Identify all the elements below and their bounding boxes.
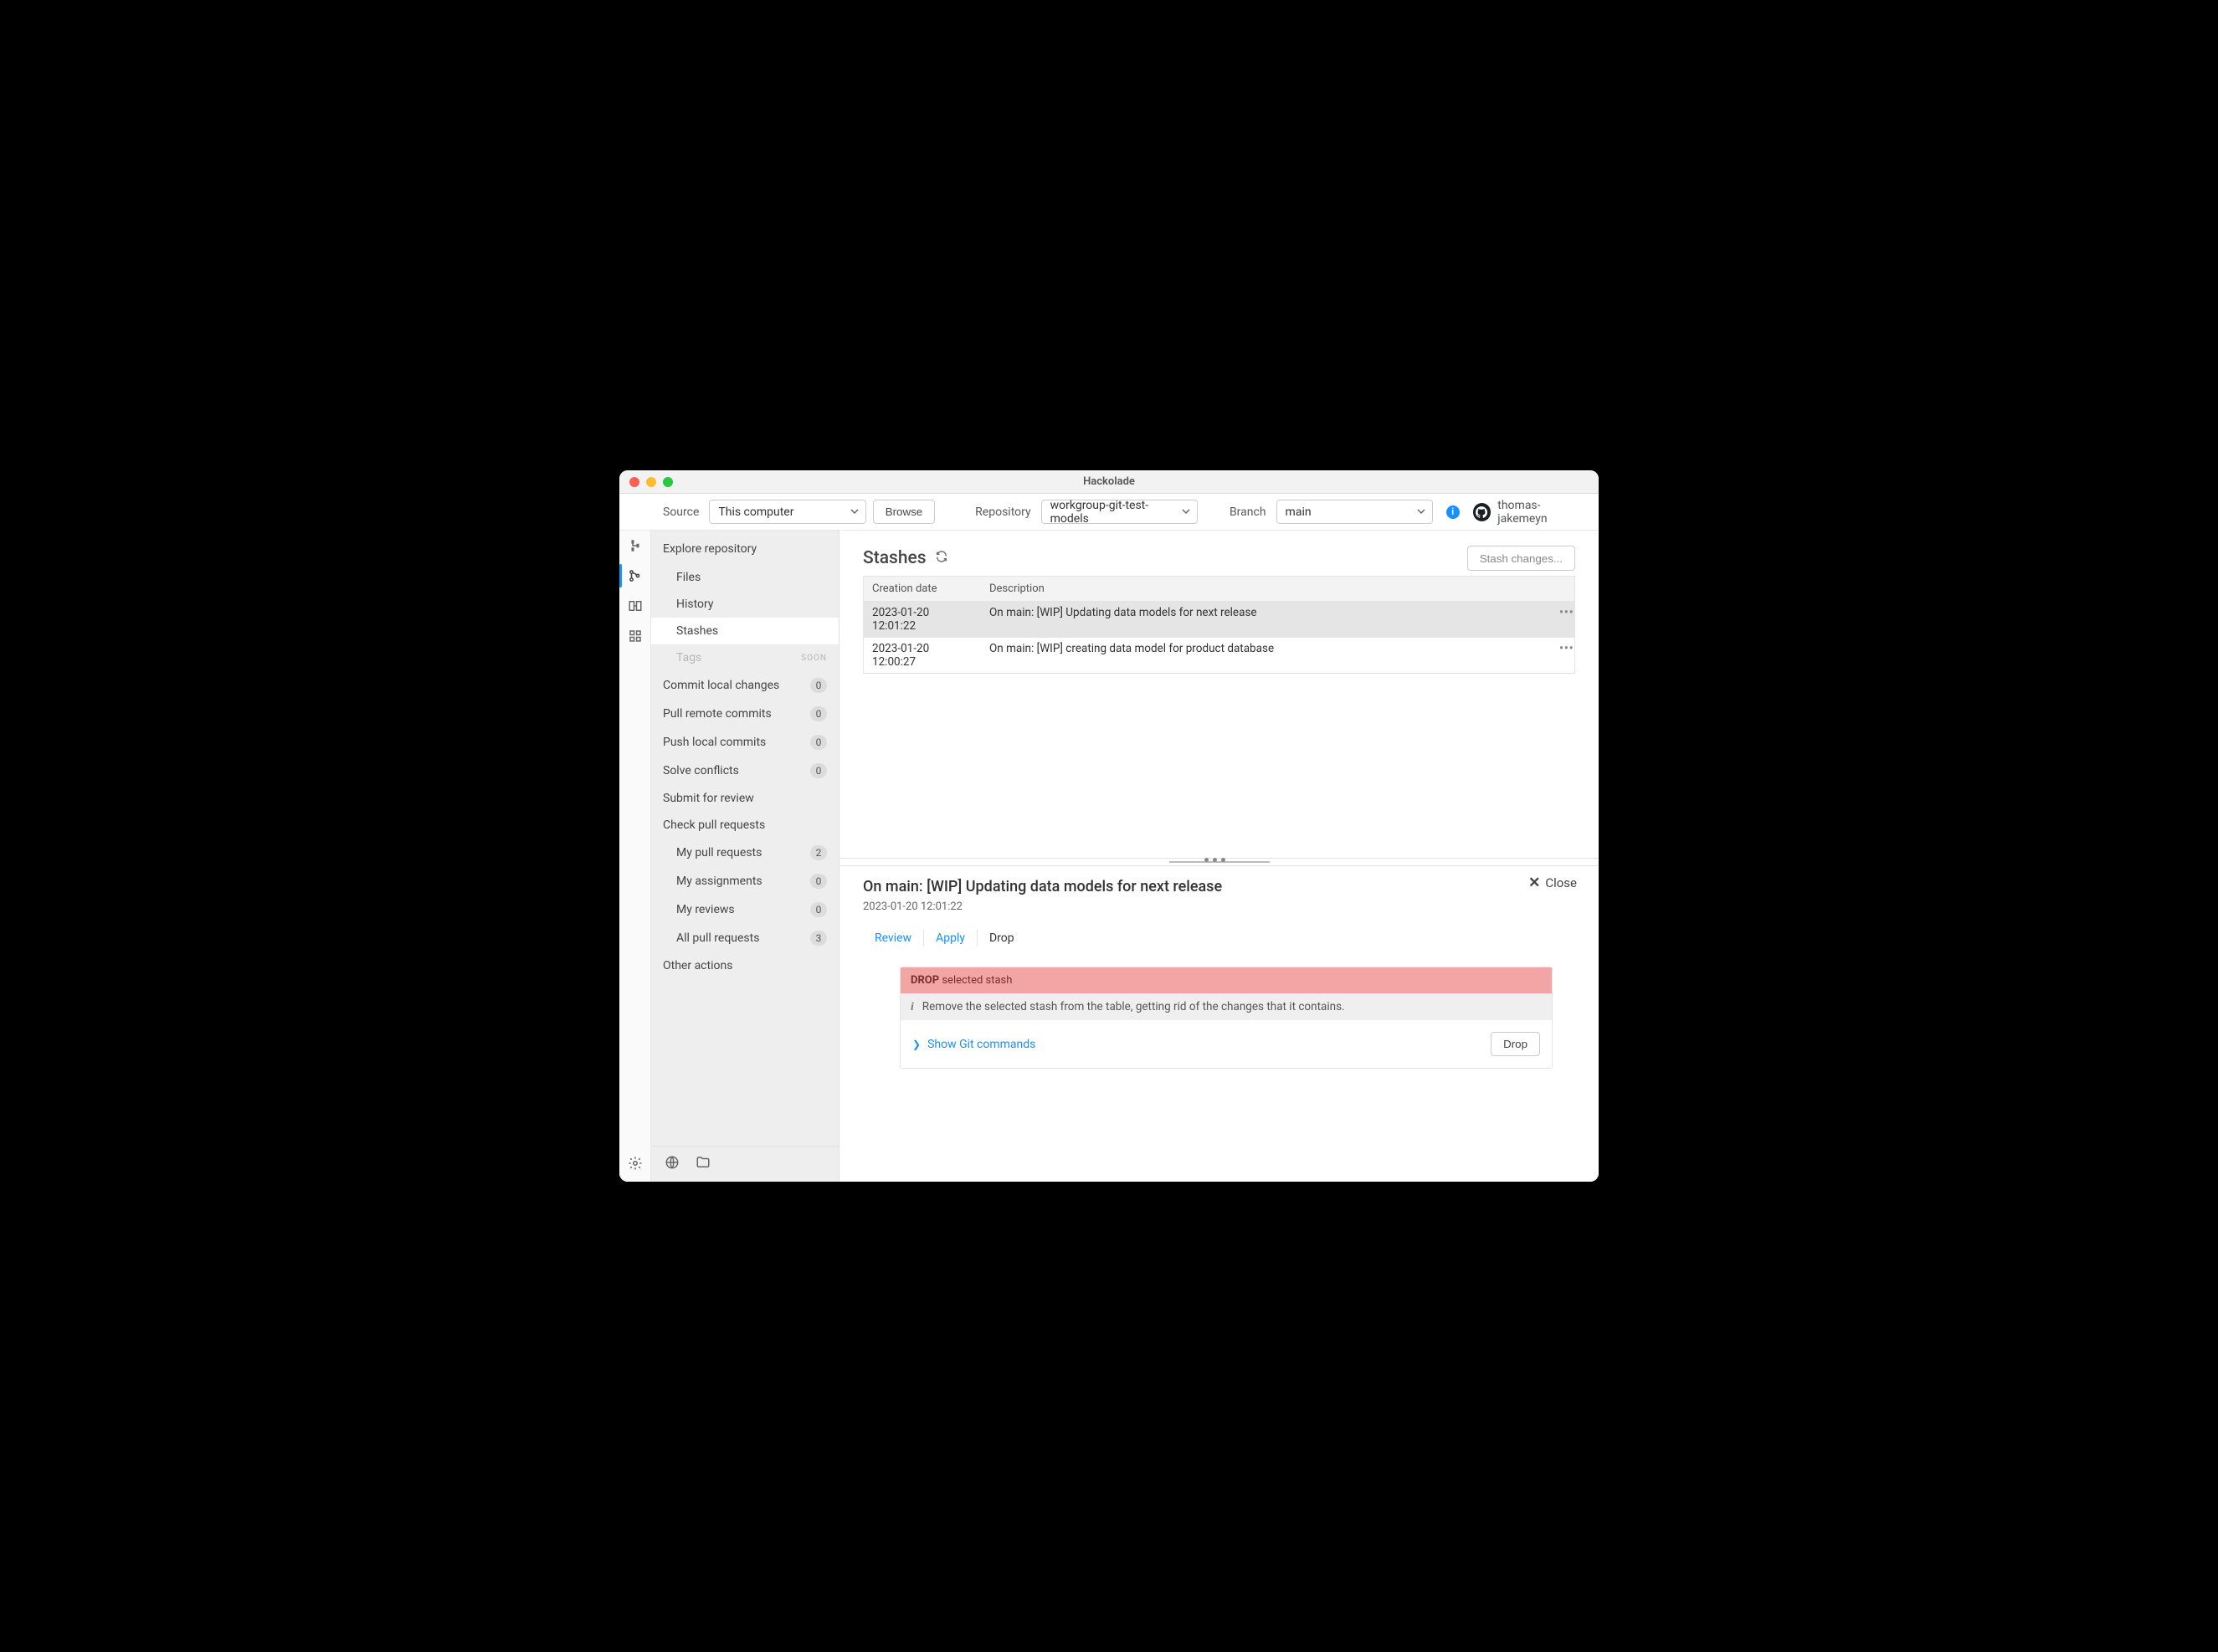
window-close-dot[interactable]	[629, 477, 639, 487]
count-badge: 0	[810, 902, 827, 917]
window-title: Hackolade	[619, 475, 1599, 488]
sidebar-item-pull-remote[interactable]: Pull remote commits 0	[651, 700, 839, 728]
sidebar-item-other-actions[interactable]: Other actions	[651, 952, 839, 979]
globe-icon[interactable]	[665, 1155, 680, 1173]
sidebar-item-stashes[interactable]: Stashes	[651, 618, 839, 644]
table-row[interactable]: 2023-01-20 12:01:22 On main: [WIP] Updat…	[863, 602, 1575, 638]
rail-grid-icon[interactable]	[625, 626, 645, 646]
github-icon	[1473, 503, 1492, 521]
stashes-header: Stashes Stash changes...	[839, 531, 1599, 576]
sidebar-item-solve-conflicts[interactable]: Solve conflicts 0	[651, 757, 839, 785]
drop-panel-header: DROP selected stash	[901, 967, 1552, 993]
source-label: Source	[663, 505, 699, 519]
stash-table: Creation date Description 2023-01-20 12:…	[839, 576, 1599, 674]
row-actions-icon[interactable]: •••	[1551, 638, 1574, 673]
source-select[interactable]: This computer	[709, 500, 865, 524]
detail-time: 2023-01-20 12:01:22	[863, 900, 1575, 913]
table-header: Creation date Description	[863, 576, 1575, 602]
info-serif-icon: i	[911, 1000, 914, 1013]
refresh-icon[interactable]	[935, 550, 948, 567]
info-icon[interactable]: i	[1446, 505, 1460, 519]
user-account[interactable]: thomas-jakemeyn	[1473, 499, 1589, 526]
drop-button[interactable]: Drop	[1491, 1032, 1540, 1056]
col-creation-date: Creation date	[864, 577, 981, 601]
count-badge: 3	[810, 931, 827, 946]
source-select-value: This computer	[718, 505, 793, 519]
sidebar-item-history[interactable]: History	[651, 591, 839, 618]
close-icon: ✕	[1528, 875, 1540, 891]
row-actions-icon[interactable]: •••	[1551, 602, 1574, 637]
toolbar: Source This computer Browse Repository w…	[619, 494, 1599, 531]
repository-select[interactable]: workgroup-git-test-models	[1041, 500, 1198, 524]
body: Explore repository Files History Stashes…	[619, 531, 1599, 1182]
window-minimize-dot[interactable]	[646, 477, 656, 487]
pane-splitter[interactable]	[839, 858, 1599, 866]
side-panel-header: Explore repository	[651, 539, 839, 564]
drop-panel-note: i Remove the selected stash from the tab…	[901, 993, 1552, 1020]
rail-compare-icon[interactable]	[625, 596, 645, 616]
sidebar-item-check-pr[interactable]: Check pull requests	[651, 812, 839, 839]
branch-select-value: main	[1286, 505, 1312, 519]
chevron-down-icon	[850, 505, 859, 519]
count-badge: 0	[810, 706, 827, 721]
username: thomas-jakemeyn	[1497, 499, 1589, 526]
repository-label: Repository	[975, 505, 1030, 519]
folder-icon[interactable]	[695, 1155, 711, 1173]
show-git-commands-link[interactable]: Show Git commands	[927, 1038, 1035, 1051]
window-zoom-dot[interactable]	[663, 477, 673, 487]
stash-changes-button[interactable]: Stash changes...	[1467, 546, 1575, 571]
col-description: Description	[981, 577, 1551, 601]
side-panel-footer	[651, 1146, 839, 1182]
sidebar-item-commit-local[interactable]: Commit local changes 0	[651, 671, 839, 700]
count-badge: 0	[810, 763, 827, 778]
chevron-down-icon	[1417, 505, 1425, 519]
count-badge: 2	[810, 845, 827, 860]
sidebar-item-my-pr[interactable]: My pull requests 2	[651, 839, 839, 867]
repository-select-value: workgroup-git-test-models	[1050, 499, 1175, 526]
drop-panel-row: ❯ Show Git commands Drop	[901, 1020, 1552, 1068]
cell-date: 2023-01-20 12:01:22	[864, 602, 981, 637]
count-badge: 0	[810, 735, 827, 750]
count-badge: 0	[810, 678, 827, 693]
sidebar-item-tags: Tags SOON	[651, 644, 839, 671]
stash-detail: ✕ Close On main: [WIP] Updating data mod…	[839, 866, 1599, 1085]
window-controls	[629, 477, 673, 487]
app-window: Hackolade Source This computer Browse Re…	[619, 470, 1599, 1182]
side-panel: Explore repository Files History Stashes…	[651, 531, 839, 1182]
tab-review[interactable]: Review	[863, 926, 923, 950]
detail-tabs: Review Apply Drop	[863, 926, 1575, 950]
sidebar-item-my-assignments[interactable]: My assignments 0	[651, 867, 839, 895]
drop-panel: DROP selected stash i Remove the selecte…	[900, 967, 1553, 1069]
sidebar-item-all-pr[interactable]: All pull requests 3	[651, 924, 839, 952]
sidebar-item-push-local[interactable]: Push local commits 0	[651, 728, 839, 757]
branch-select[interactable]: main	[1276, 500, 1433, 524]
browse-button[interactable]: Browse	[873, 500, 935, 524]
sidebar-item-my-reviews[interactable]: My reviews 0	[651, 895, 839, 924]
rail-settings-icon[interactable]	[625, 1153, 645, 1173]
table-row[interactable]: 2023-01-20 12:00:27 On main: [WIP] creat…	[863, 638, 1575, 674]
branch-label: Branch	[1230, 505, 1266, 519]
count-badge: 0	[810, 874, 827, 889]
tab-apply[interactable]: Apply	[924, 926, 977, 950]
titlebar: Hackolade	[619, 470, 1599, 494]
tab-drop[interactable]: Drop	[978, 926, 1026, 950]
sidebar-item-submit-review[interactable]: Submit for review	[651, 785, 839, 812]
close-button[interactable]: ✕ Close	[1528, 875, 1577, 891]
cell-description: On main: [WIP] Updating data models for …	[981, 602, 1551, 637]
main-area: Stashes Stash changes... Creation date D…	[839, 531, 1599, 1182]
page-title: Stashes	[863, 548, 927, 568]
cell-description: On main: [WIP] creating data model for p…	[981, 638, 1551, 673]
chevron-right-icon: ❯	[912, 1039, 921, 1050]
rail-git-icon[interactable]	[625, 566, 645, 586]
rail-schema-icon[interactable]	[625, 536, 645, 556]
detail-title: On main: [WIP] Updating data models for …	[863, 878, 1575, 895]
sidebar-item-files[interactable]: Files	[651, 564, 839, 591]
activity-rail	[619, 531, 651, 1182]
chevron-down-icon	[1182, 505, 1190, 519]
cell-date: 2023-01-20 12:00:27	[864, 638, 981, 673]
